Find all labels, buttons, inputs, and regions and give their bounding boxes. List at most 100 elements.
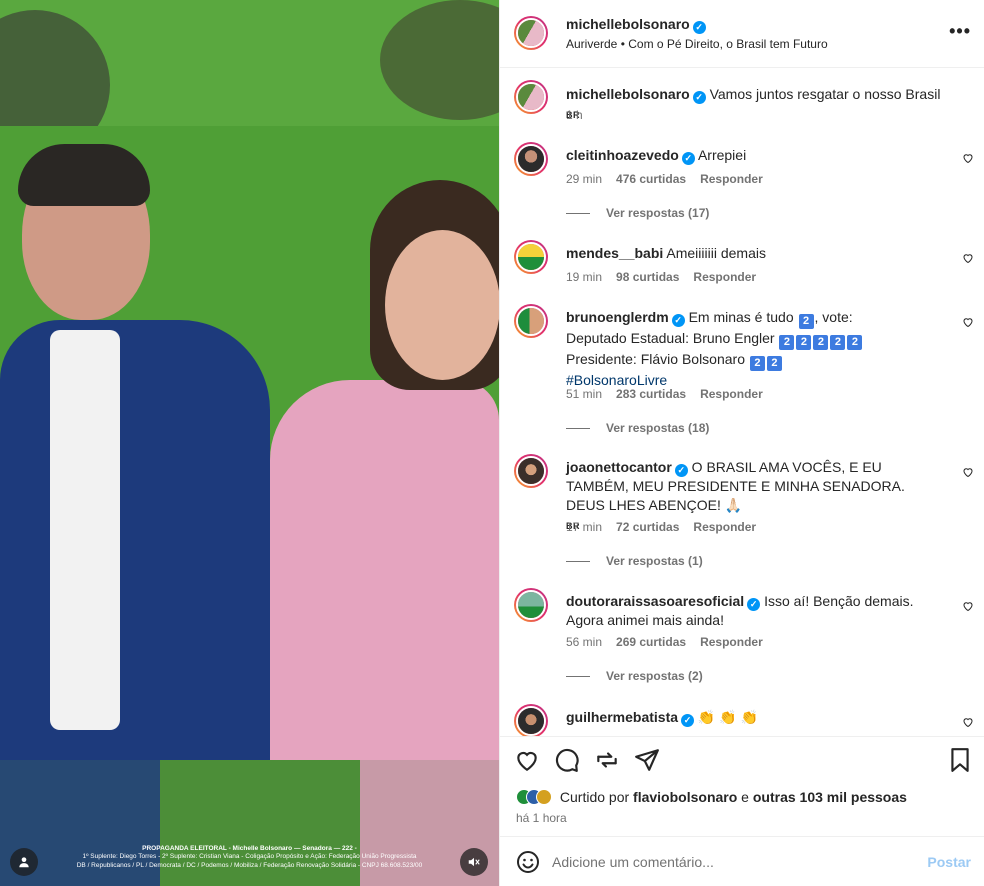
hashtag-link[interactable]: #BolsonaroLivre bbox=[566, 372, 667, 388]
header-username-row: michellebolsonaro ✓ bbox=[566, 16, 706, 34]
heart-icon[interactable] bbox=[962, 252, 974, 264]
comment-time[interactable]: 51 min bbox=[566, 387, 602, 401]
avatar[interactable] bbox=[514, 240, 548, 274]
comment-likes[interactable]: 72 curtidas bbox=[616, 520, 679, 534]
post-caption: michellebolsonaro ✓ Vamos juntos resgatar… bbox=[514, 80, 974, 140]
caption-meta: 1 h bbox=[566, 108, 597, 122]
view-replies-button[interactable]: Ver respostas (18) bbox=[566, 421, 709, 435]
likes-connector: e bbox=[741, 789, 749, 805]
comment-text: 👏 👏 👏 bbox=[697, 709, 758, 725]
heart-icon[interactable] bbox=[962, 152, 974, 164]
comment-meta: 51 min 283 curtidas Responder bbox=[566, 387, 777, 401]
comment-time[interactable]: 29 min bbox=[566, 172, 602, 186]
comment-text: Em minas é tudo bbox=[688, 309, 794, 325]
comment-input[interactable] bbox=[552, 851, 912, 873]
bookmark-icon[interactable] bbox=[947, 747, 973, 773]
audio-link[interactable]: Auriverde bbox=[566, 37, 617, 51]
comment-item: brunoenglerdm ✓ Em minas é tudo 2, vote: … bbox=[514, 304, 974, 444]
view-replies-label: Ver respostas (18) bbox=[606, 421, 710, 435]
liker-username[interactable]: flaviobolsonaro bbox=[633, 789, 737, 805]
number-two-emoji: 2 bbox=[749, 356, 765, 371]
comment-username[interactable]: joaonettocantor bbox=[566, 459, 672, 475]
comment-username[interactable]: cleitinhoazevedo bbox=[566, 147, 679, 163]
comment-item: cleitinhoazevedo ✓ Arrepiei 29 min 476 cur… bbox=[514, 142, 974, 232]
comment-body: guilhermebatista ✓ 👏 👏 👏 bbox=[566, 708, 946, 727]
send-icon[interactable] bbox=[634, 747, 660, 773]
comment-meta: 56 min 269 curtidas Responder bbox=[566, 635, 777, 649]
avatar[interactable] bbox=[514, 304, 548, 338]
comment-likes[interactable]: 476 curtidas bbox=[616, 172, 686, 186]
comment-time[interactable]: 17 min bbox=[566, 520, 602, 534]
woman-figure bbox=[270, 180, 499, 760]
comment-time[interactable]: 19 min bbox=[566, 270, 602, 284]
tag-user-button[interactable] bbox=[10, 848, 38, 876]
heart-icon[interactable] bbox=[962, 466, 974, 478]
avatar[interactable] bbox=[514, 80, 548, 114]
comment-meta: 19 min 98 curtidas Responder bbox=[566, 270, 770, 284]
mute-button[interactable] bbox=[460, 848, 488, 876]
verified-icon: ✓ bbox=[681, 714, 695, 727]
number-two-emoji: 2 bbox=[766, 356, 782, 371]
post-timestamp[interactable]: há 1 hora bbox=[516, 811, 567, 825]
comment-body: doutoraraissasoaresoficial ✓ Isso aí! Ben… bbox=[566, 592, 946, 630]
avatar[interactable] bbox=[514, 454, 548, 488]
view-replies-label: Ver respostas (2) bbox=[606, 669, 703, 683]
comment-username[interactable]: guilhermebatista bbox=[566, 709, 678, 725]
comment-likes[interactable]: 283 curtidas bbox=[616, 387, 686, 401]
comments-list[interactable]: michellebolsonaro ✓ Vamos juntos resgatar… bbox=[500, 68, 984, 736]
comment-likes[interactable]: 269 curtidas bbox=[616, 635, 686, 649]
more-icon: ••• bbox=[949, 21, 971, 41]
share-icon[interactable] bbox=[594, 747, 620, 773]
heart-icon[interactable] bbox=[962, 600, 974, 612]
caption-time[interactable]: 1 h bbox=[566, 108, 583, 122]
comment-username[interactable]: doutoraraissasoaresoficial bbox=[566, 593, 744, 609]
comment-text: Ameiiiiiii demais bbox=[666, 245, 766, 261]
heart-icon[interactable] bbox=[962, 316, 974, 328]
view-replies-button[interactable]: Ver respostas (2) bbox=[566, 669, 703, 683]
post-media[interactable]: PROPAGANDA ELEITORAL - Michelle Bolsonar… bbox=[0, 0, 499, 886]
caption-username[interactable]: michellebolsonaro bbox=[566, 86, 690, 102]
reply-button[interactable]: Responder bbox=[700, 172, 763, 186]
comment-time[interactable]: 56 min bbox=[566, 635, 602, 649]
avatar[interactable] bbox=[514, 588, 548, 622]
caption-body: michellebolsonaro ✓ Vamos juntos resgatar… bbox=[566, 85, 946, 125]
likes-prefix: Curtido por bbox=[559, 789, 630, 805]
liker-avatars[interactable] bbox=[516, 789, 552, 805]
reply-button[interactable]: Responder bbox=[700, 387, 763, 401]
heart-icon[interactable] bbox=[514, 747, 540, 773]
more-options-button[interactable]: ••• bbox=[949, 22, 971, 40]
verified-icon: ✓ bbox=[747, 598, 761, 611]
likes-count[interactable]: outras 103 mil pessoas bbox=[753, 789, 907, 805]
verified-icon: ✓ bbox=[671, 314, 685, 327]
view-replies-button[interactable]: Ver respostas (1) bbox=[566, 554, 703, 568]
reply-button[interactable]: Responder bbox=[700, 635, 763, 649]
avatar[interactable] bbox=[514, 704, 548, 736]
comment-username[interactable]: brunoenglerdm bbox=[566, 309, 669, 325]
comment-text: Arrepiei bbox=[697, 147, 747, 163]
avatar[interactable] bbox=[514, 142, 548, 176]
number-two-emoji: 2 bbox=[847, 335, 863, 350]
avatar[interactable] bbox=[514, 16, 548, 50]
view-replies-button[interactable]: Ver respostas (17) bbox=[566, 206, 709, 220]
post-username[interactable]: michellebolsonaro bbox=[566, 16, 690, 32]
post-button[interactable]: Postar bbox=[927, 854, 971, 870]
comment-icon[interactable] bbox=[554, 747, 580, 773]
action-bar: Curtido por flaviobolsonaro e outras 103… bbox=[500, 736, 984, 836]
comment-body: mendes__babi Ameiiiiiii demais bbox=[566, 244, 946, 263]
reply-button[interactable]: Responder bbox=[693, 520, 756, 534]
post-header: michellebolsonaro ✓ Auriverde • Com o Pé … bbox=[500, 0, 984, 68]
location-link[interactable]: Com o Pé Direito, o Brasil tem Futuro bbox=[628, 37, 827, 51]
number-two-emoji: 2 bbox=[798, 314, 814, 329]
emoji-icon[interactable] bbox=[516, 850, 540, 874]
tag-user-icon bbox=[19, 857, 29, 868]
reply-button[interactable]: Responder bbox=[693, 270, 756, 284]
view-replies-label: Ver respostas (17) bbox=[606, 206, 710, 220]
comment-username[interactable]: mendes__babi bbox=[566, 245, 663, 261]
media-caption-line: 1º Suplente: Diego Torres - 2º Suplente:… bbox=[82, 853, 417, 860]
man-figure bbox=[0, 140, 280, 760]
comment-likes[interactable]: 98 curtidas bbox=[616, 270, 679, 284]
comment-body: cleitinhoazevedo ✓ Arrepiei bbox=[566, 146, 946, 165]
comment-composer: Postar bbox=[500, 836, 984, 886]
comment-item: guilhermebatista ✓ 👏 👏 👏 bbox=[514, 704, 974, 736]
heart-icon[interactable] bbox=[962, 716, 974, 728]
